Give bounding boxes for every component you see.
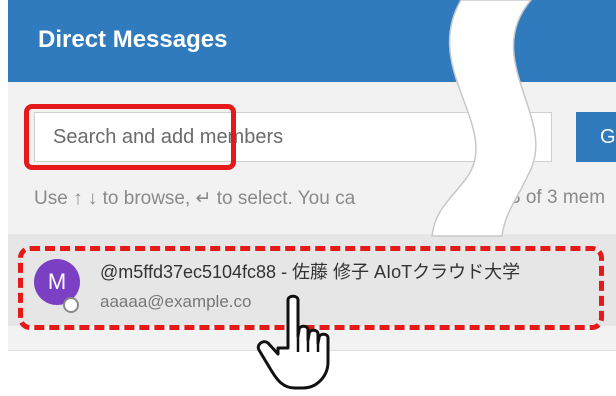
- status-circle-icon: [63, 297, 79, 313]
- member-count: 3 of 3 mem: [510, 187, 606, 208]
- search-members-input[interactable]: [34, 112, 552, 162]
- member-name: @m5ffd37ec5104fc88 - 佐藤 修子 AIoTクラウド大学: [100, 262, 521, 282]
- dialog-title: Direct Messages: [38, 26, 228, 53]
- hint-text: Use ↑ ↓ to browse, ↵ to select. You ca: [34, 188, 356, 209]
- dialog-header: Direct Messages: [8, 0, 616, 82]
- go-button[interactable]: G: [576, 112, 616, 162]
- member-email: aaaaa@example.co: [100, 292, 252, 311]
